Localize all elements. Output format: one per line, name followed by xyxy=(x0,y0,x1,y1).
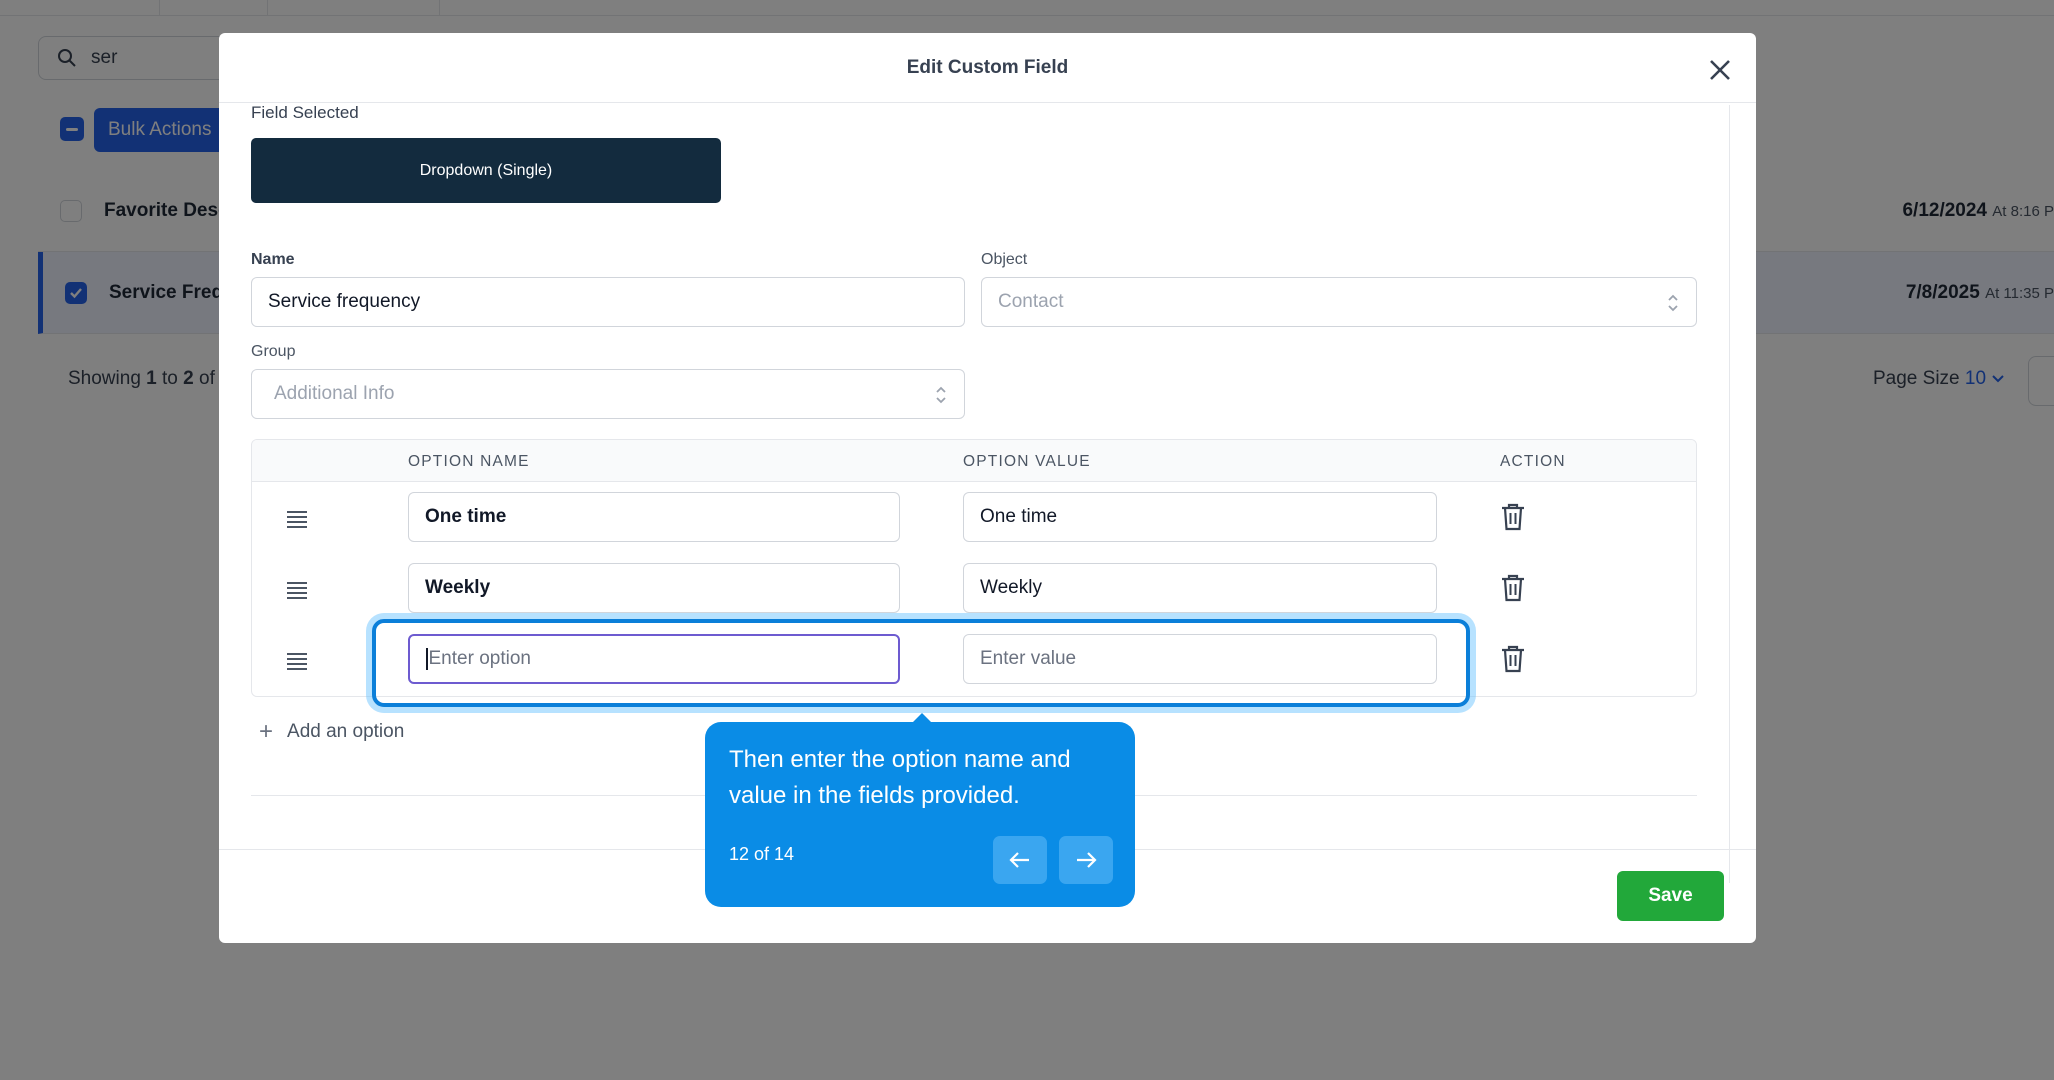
object-label: Object xyxy=(981,251,1028,268)
drag-handle-icon[interactable] xyxy=(286,652,308,670)
option-name-header: OPTION NAME xyxy=(408,453,530,470)
field-selected-label: Field Selected xyxy=(251,103,359,122)
option-name-input[interactable]: Weekly xyxy=(408,563,900,613)
action-header: ACTION xyxy=(1500,453,1566,470)
modal-scrollbar[interactable] xyxy=(1729,105,1756,883)
arrow-left-icon xyxy=(1009,852,1029,868)
arrow-right-icon xyxy=(1077,852,1097,868)
trash-icon[interactable] xyxy=(1500,573,1526,603)
option-name-input[interactable]: One time xyxy=(408,492,900,542)
option-value-input[interactable]: One time xyxy=(963,492,1437,542)
option-value-value: One time xyxy=(980,506,1058,527)
modal-title: Edit Custom Field xyxy=(906,57,1069,78)
tooltip-step-counter: 12 of 14 xyxy=(729,844,795,864)
tooltip-text: Then enter the option name and value in … xyxy=(729,746,1071,809)
name-label: Name xyxy=(251,251,295,268)
close-icon[interactable] xyxy=(1707,57,1733,83)
drag-handle-icon[interactable] xyxy=(286,510,308,528)
save-button[interactable]: Save xyxy=(1617,871,1724,921)
tooltip-back-button[interactable] xyxy=(993,836,1047,884)
option-name-value: One time xyxy=(425,506,507,527)
option-name-value: Weekly xyxy=(425,577,491,598)
guide-tooltip: Then enter the option name and value in … xyxy=(705,713,1135,907)
options-table-header: OPTION NAME OPTION VALUE ACTION xyxy=(252,440,1696,482)
object-value: Contact xyxy=(998,291,1064,312)
group-select[interactable]: Additional Info xyxy=(251,369,965,419)
add-option-button[interactable]: + Add an option xyxy=(259,718,404,746)
trash-icon[interactable] xyxy=(1500,502,1526,532)
option-value-header: OPTION VALUE xyxy=(963,453,1091,470)
group-label: Group xyxy=(251,343,296,360)
add-option-label: Add an option xyxy=(287,721,405,742)
guide-highlight xyxy=(372,619,1470,707)
name-input[interactable]: Service frequency xyxy=(251,277,965,327)
option-value-input[interactable]: Weekly xyxy=(963,563,1437,613)
chevron-up-down-icon xyxy=(936,386,946,404)
plus-icon: + xyxy=(259,718,274,745)
modal-header: Edit Custom Field xyxy=(219,33,1756,103)
object-select[interactable]: Contact xyxy=(981,277,1697,327)
trash-icon[interactable] xyxy=(1500,644,1526,674)
tooltip-next-button[interactable] xyxy=(1059,836,1113,884)
group-value: Additional Info xyxy=(274,383,395,404)
name-value: Service frequency xyxy=(268,291,421,312)
field-type-display: Dropdown (Single) xyxy=(251,138,721,203)
drag-handle-icon[interactable] xyxy=(286,581,308,599)
chevron-up-down-icon xyxy=(1668,294,1678,312)
option-value-value: Weekly xyxy=(980,577,1042,598)
